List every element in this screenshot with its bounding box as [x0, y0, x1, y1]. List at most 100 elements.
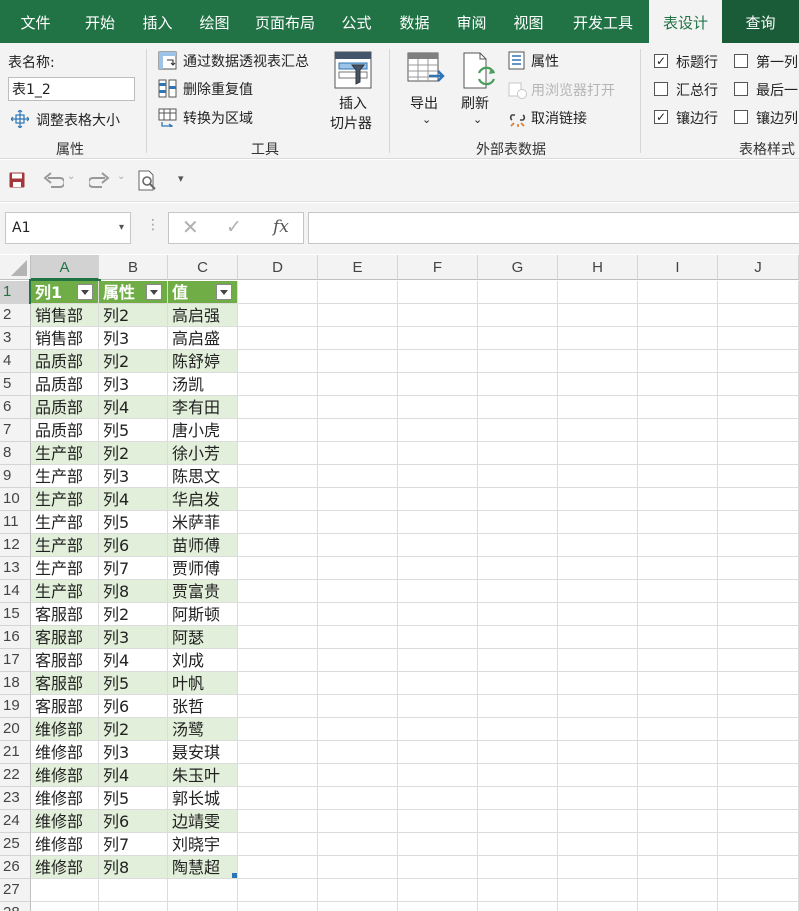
empty-cell[interactable]	[558, 304, 638, 327]
empty-cell[interactable]	[238, 534, 318, 557]
empty-cell[interactable]	[478, 810, 558, 833]
tab-10[interactable]: 表设计	[649, 0, 722, 43]
empty-cell[interactable]	[718, 580, 799, 603]
properties-button[interactable]: 属性	[508, 50, 568, 72]
empty-cell[interactable]	[558, 396, 638, 419]
table-cell[interactable]: 阿斯顿	[168, 603, 238, 626]
table-cell[interactable]: 客服部	[31, 603, 99, 626]
tab-8[interactable]: 视图	[500, 0, 557, 43]
empty-cell[interactable]	[238, 396, 318, 419]
table-cell[interactable]: 高启盛	[168, 327, 238, 350]
table-resize-handle[interactable]	[232, 873, 237, 878]
empty-cell[interactable]	[318, 442, 398, 465]
empty-cell[interactable]	[718, 787, 799, 810]
table-cell[interactable]: 生产部	[31, 442, 99, 465]
empty-cell[interactable]	[638, 718, 718, 741]
row-header[interactable]: 7	[0, 419, 31, 442]
save-icon[interactable]	[9, 172, 25, 188]
empty-cell[interactable]	[558, 626, 638, 649]
empty-cell[interactable]	[398, 787, 478, 810]
empty-cell[interactable]	[398, 672, 478, 695]
empty-cell[interactable]	[318, 350, 398, 373]
empty-cell[interactable]	[318, 879, 398, 902]
empty-cell[interactable]	[238, 580, 318, 603]
table-cell[interactable]: 列4	[99, 488, 168, 511]
empty-cell[interactable]	[318, 649, 398, 672]
empty-cell[interactable]	[238, 281, 318, 304]
empty-cell[interactable]	[398, 442, 478, 465]
empty-cell[interactable]	[398, 833, 478, 856]
table-cell[interactable]: 列5	[99, 672, 168, 695]
table-cell[interactable]: 生产部	[31, 465, 99, 488]
empty-cell[interactable]	[558, 649, 638, 672]
empty-cell[interactable]	[238, 603, 318, 626]
empty-cell[interactable]	[398, 350, 478, 373]
tab-7[interactable]: 审阅	[443, 0, 500, 43]
empty-cell[interactable]	[558, 327, 638, 350]
row-header[interactable]: 11	[0, 511, 31, 534]
empty-cell[interactable]	[238, 741, 318, 764]
table-cell[interactable]: 维修部	[31, 810, 99, 833]
table-cell[interactable]: 叶帆	[168, 672, 238, 695]
empty-cell[interactable]	[478, 856, 558, 879]
more-options-icon[interactable]: ⋮	[146, 217, 160, 233]
empty-cell[interactable]	[638, 649, 718, 672]
empty-cell[interactable]	[398, 419, 478, 442]
filter-dropdown-icon[interactable]	[146, 284, 162, 300]
empty-cell[interactable]	[238, 327, 318, 350]
row-header[interactable]: 1	[0, 281, 31, 304]
formula-input[interactable]	[308, 212, 799, 244]
empty-cell[interactable]	[638, 281, 718, 304]
empty-cell[interactable]	[478, 764, 558, 787]
table-cell[interactable]: 列7	[99, 557, 168, 580]
empty-cell[interactable]	[718, 856, 799, 879]
empty-cell[interactable]	[318, 672, 398, 695]
chevron-down-icon[interactable]: ⌄	[67, 171, 75, 182]
row-header[interactable]: 19	[0, 695, 31, 718]
table-cell[interactable]: 列3	[99, 327, 168, 350]
column-header-F[interactable]: F	[398, 255, 478, 280]
table-cell[interactable]: 列2	[99, 442, 168, 465]
table-header-cell[interactable]: 列1	[29, 279, 101, 306]
empty-cell[interactable]	[318, 810, 398, 833]
column-header-I[interactable]: I	[638, 255, 718, 280]
empty-cell[interactable]	[398, 856, 478, 879]
empty-cell[interactable]	[398, 764, 478, 787]
total-row-checkbox[interactable]: 汇总行	[654, 80, 730, 100]
table-cell[interactable]: 维修部	[31, 833, 99, 856]
empty-cell[interactable]	[238, 672, 318, 695]
export-button[interactable]: 导出 ⌄	[403, 50, 449, 134]
table-cell[interactable]: 列3	[99, 373, 168, 396]
unlink-button[interactable]: 取消链接	[508, 107, 598, 129]
empty-cell[interactable]	[718, 833, 799, 856]
empty-cell[interactable]	[558, 856, 638, 879]
empty-cell[interactable]	[558, 580, 638, 603]
empty-cell[interactable]	[718, 626, 799, 649]
empty-cell[interactable]	[318, 603, 398, 626]
empty-cell[interactable]	[398, 649, 478, 672]
empty-cell[interactable]	[478, 718, 558, 741]
row-header[interactable]: 9	[0, 465, 31, 488]
empty-cell[interactable]	[318, 419, 398, 442]
empty-cell[interactable]	[558, 373, 638, 396]
empty-cell[interactable]	[558, 879, 638, 902]
table-cell[interactable]: 品质部	[31, 396, 99, 419]
empty-cell[interactable]	[238, 787, 318, 810]
empty-cell[interactable]	[478, 488, 558, 511]
banded-columns-checkbox[interactable]: 镶边列	[734, 108, 799, 128]
row-header[interactable]: 5	[0, 373, 31, 396]
empty-cell[interactable]	[318, 304, 398, 327]
empty-cell[interactable]	[398, 557, 478, 580]
empty-cell[interactable]	[558, 419, 638, 442]
row-header[interactable]: 24	[0, 810, 31, 833]
table-cell[interactable]: 品质部	[31, 373, 99, 396]
empty-cell[interactable]	[558, 511, 638, 534]
empty-cell[interactable]	[638, 695, 718, 718]
table-cell[interactable]: 列6	[99, 534, 168, 557]
table-cell[interactable]: 贾师傅	[168, 557, 238, 580]
empty-cell[interactable]	[478, 833, 558, 856]
empty-cell[interactable]	[318, 580, 398, 603]
empty-cell[interactable]	[718, 649, 799, 672]
tab-2[interactable]: 插入	[129, 0, 186, 43]
empty-cell[interactable]	[168, 879, 238, 902]
